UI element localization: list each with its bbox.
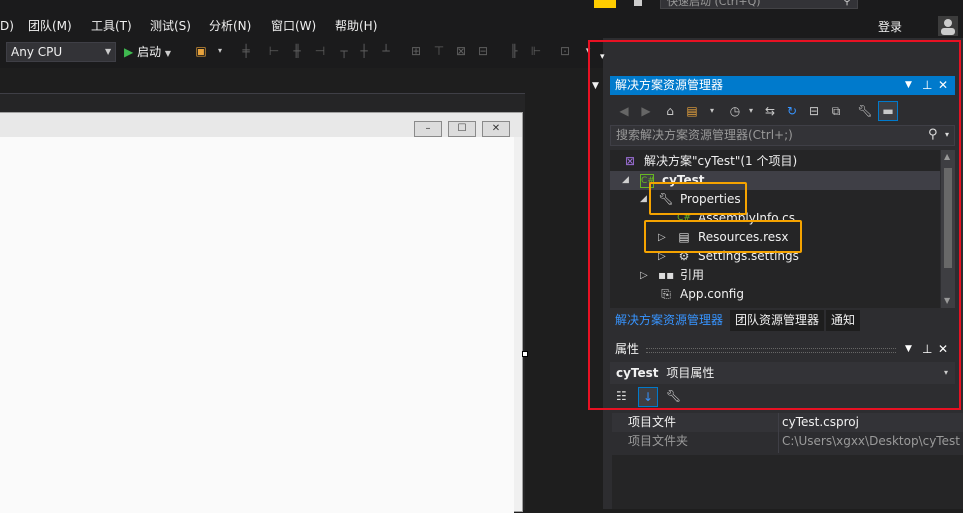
menu-item-analyze[interactable]: 分析(N) xyxy=(209,16,251,36)
menu-item-window[interactable]: 窗口(W) xyxy=(271,16,316,36)
align-rights-icon[interactable]: ⊣ xyxy=(312,44,328,58)
align-centers-icon[interactable]: ╫ xyxy=(289,44,305,58)
menu-item-debug[interactable]: D) xyxy=(0,16,14,36)
play-icon: ▶ xyxy=(124,45,134,59)
menu-item-test[interactable]: 测试(S) xyxy=(150,16,191,36)
login-link[interactable]: 登录 xyxy=(878,18,902,35)
property-key: 项目文件 xyxy=(628,415,677,429)
align-tops-icon[interactable]: ┬ xyxy=(336,44,352,58)
platform-select-value: Any CPU xyxy=(11,45,63,59)
highlight-properties-box xyxy=(649,182,747,215)
chevron-down-icon: ▼ xyxy=(105,47,112,56)
highlight-resources-box xyxy=(644,220,802,253)
menu-item-tools[interactable]: 工具(T) xyxy=(91,16,132,36)
close-button[interactable]: ✕ xyxy=(482,121,510,137)
make-same-size-icon[interactable]: ⊠ xyxy=(453,44,469,58)
increase-spacing-icon[interactable]: ⊩ xyxy=(528,44,544,58)
property-description xyxy=(612,455,963,509)
bring-to-front-icon[interactable]: ⊡ xyxy=(557,44,573,58)
size-to-grid-icon[interactable]: ⊟ xyxy=(475,44,491,58)
platform-select[interactable]: Any CPU ▼ xyxy=(6,42,116,62)
chevron-down-icon: ▼ xyxy=(164,49,172,58)
align-bottoms-icon[interactable]: ┴ xyxy=(378,44,394,58)
grid-divider[interactable] xyxy=(778,413,779,453)
quick-launch-input[interactable]: 快速启动 (Ctrl+Q) xyxy=(660,0,858,9)
menu-item-help[interactable]: 帮助(H) xyxy=(335,16,377,36)
form-client-area[interactable] xyxy=(0,137,514,513)
form-preview[interactable]: – ☐ ✕ xyxy=(0,112,523,513)
align-middles-icon[interactable]: ┼ xyxy=(356,44,372,58)
property-value: cyTest.csproj xyxy=(782,415,859,429)
property-grid: 项目文件 cyTest.csproj 项目文件夹 C:\Users\xgxx\D… xyxy=(612,413,963,453)
property-row[interactable]: 项目文件 cyTest.csproj xyxy=(612,413,963,432)
property-value: C:\Users\xgxx\Desktop\cyTest xyxy=(782,434,960,448)
horizontal-spacing-icon[interactable]: ╟ xyxy=(506,44,522,58)
make-same-height-icon[interactable]: ⊤ xyxy=(431,44,447,58)
property-key: 项目文件夹 xyxy=(628,434,689,448)
menu-item-team[interactable]: 团队(M) xyxy=(28,16,72,36)
chevron-down-icon[interactable]: ▾ xyxy=(212,44,228,58)
align-left-icon[interactable]: ╪ xyxy=(238,44,254,58)
form-titlebar xyxy=(0,113,522,137)
minimize-button[interactable]: – xyxy=(414,121,442,137)
feedback-icon[interactable] xyxy=(594,0,616,8)
maximize-button[interactable]: ☐ xyxy=(448,121,476,137)
quick-launch-search-icon: ⚲ xyxy=(843,0,852,7)
make-same-width-icon[interactable]: ⊞ xyxy=(408,44,424,58)
align-lefts-icon[interactable]: ⊢ xyxy=(266,44,282,58)
property-row[interactable]: 项目文件夹 C:\Users\xgxx\Desktop\cyTest xyxy=(612,432,963,451)
start-button-label: 启动 xyxy=(137,45,162,59)
browser-link-icon[interactable]: ▣ xyxy=(193,44,209,58)
resize-handle[interactable] xyxy=(522,351,528,357)
notification-icon[interactable] xyxy=(634,0,642,6)
start-button[interactable]: ▶ 启动 ▼ xyxy=(124,42,171,62)
avatar-icon[interactable] xyxy=(938,16,958,36)
